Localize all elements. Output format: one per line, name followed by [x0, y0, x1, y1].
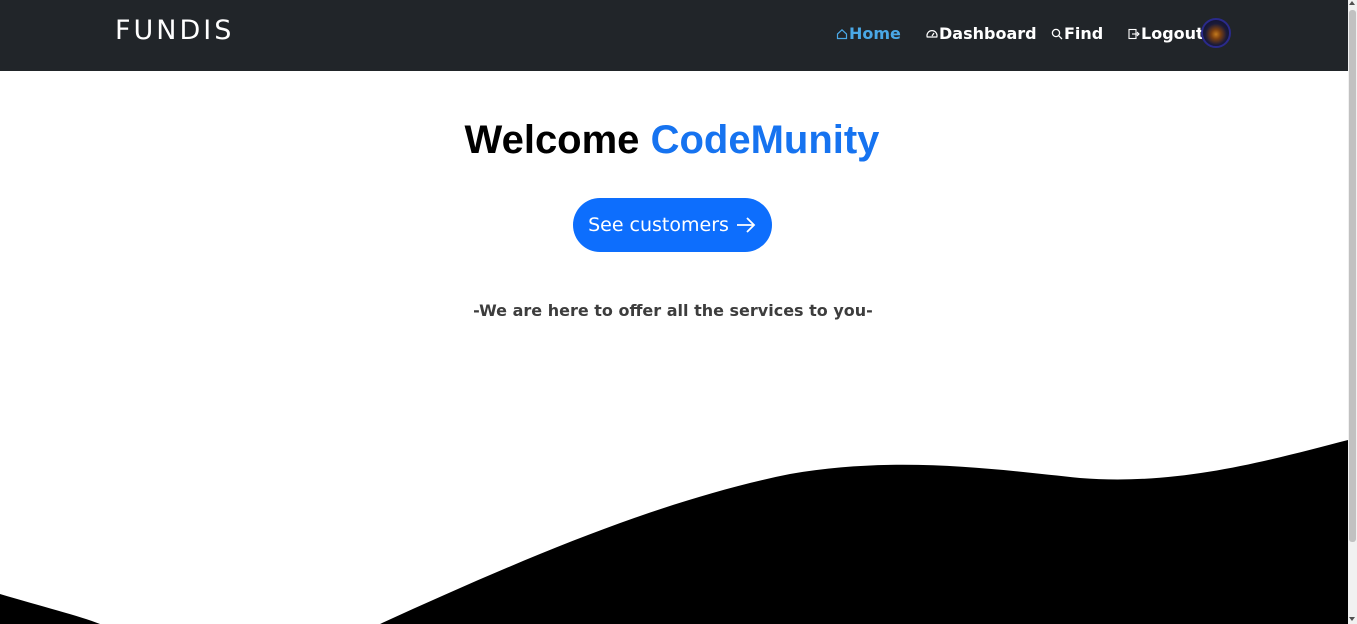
tagline: -We are here to offer all the services t… — [473, 301, 873, 320]
scroll-up-icon[interactable] — [1349, 1, 1355, 5]
brand-logo[interactable]: FUNDIS — [115, 15, 234, 46]
scroll-down-icon[interactable] — [1349, 617, 1355, 621]
nav-logout-label: Logout — [1141, 24, 1204, 43]
search-icon — [1051, 28, 1063, 39]
nav-find-label: Find — [1064, 24, 1104, 43]
home-icon — [836, 28, 848, 39]
title-highlight: CodeMunity — [650, 118, 880, 162]
scroll-thumb[interactable] — [1349, 10, 1356, 542]
avatar[interactable] — [1201, 18, 1231, 48]
page-title: Welcome CodeMunity — [0, 118, 1344, 163]
nav-home-label: Home — [849, 24, 901, 43]
nav-home[interactable]: Home — [836, 24, 901, 43]
arrow-right-icon — [736, 217, 756, 233]
title-prefix: Welcome — [464, 118, 640, 162]
see-customers-label: See customers — [588, 214, 729, 236]
nav-dashboard[interactable]: Dashboard — [926, 24, 1037, 43]
speedometer-icon — [926, 29, 938, 38]
logout-icon — [1128, 28, 1140, 39]
nav-dashboard-label: Dashboard — [939, 24, 1037, 43]
nav-find[interactable]: Find — [1051, 24, 1103, 43]
nav-logout[interactable]: Logout — [1128, 24, 1204, 43]
navbar: FUNDIS Home Dashboard Find Logout — [0, 0, 1348, 71]
vertical-scrollbar[interactable] — [1348, 0, 1357, 624]
see-customers-button[interactable]: See customers — [573, 198, 772, 252]
page: FUNDIS Home Dashboard Find Logout Welcom… — [0, 0, 1348, 624]
